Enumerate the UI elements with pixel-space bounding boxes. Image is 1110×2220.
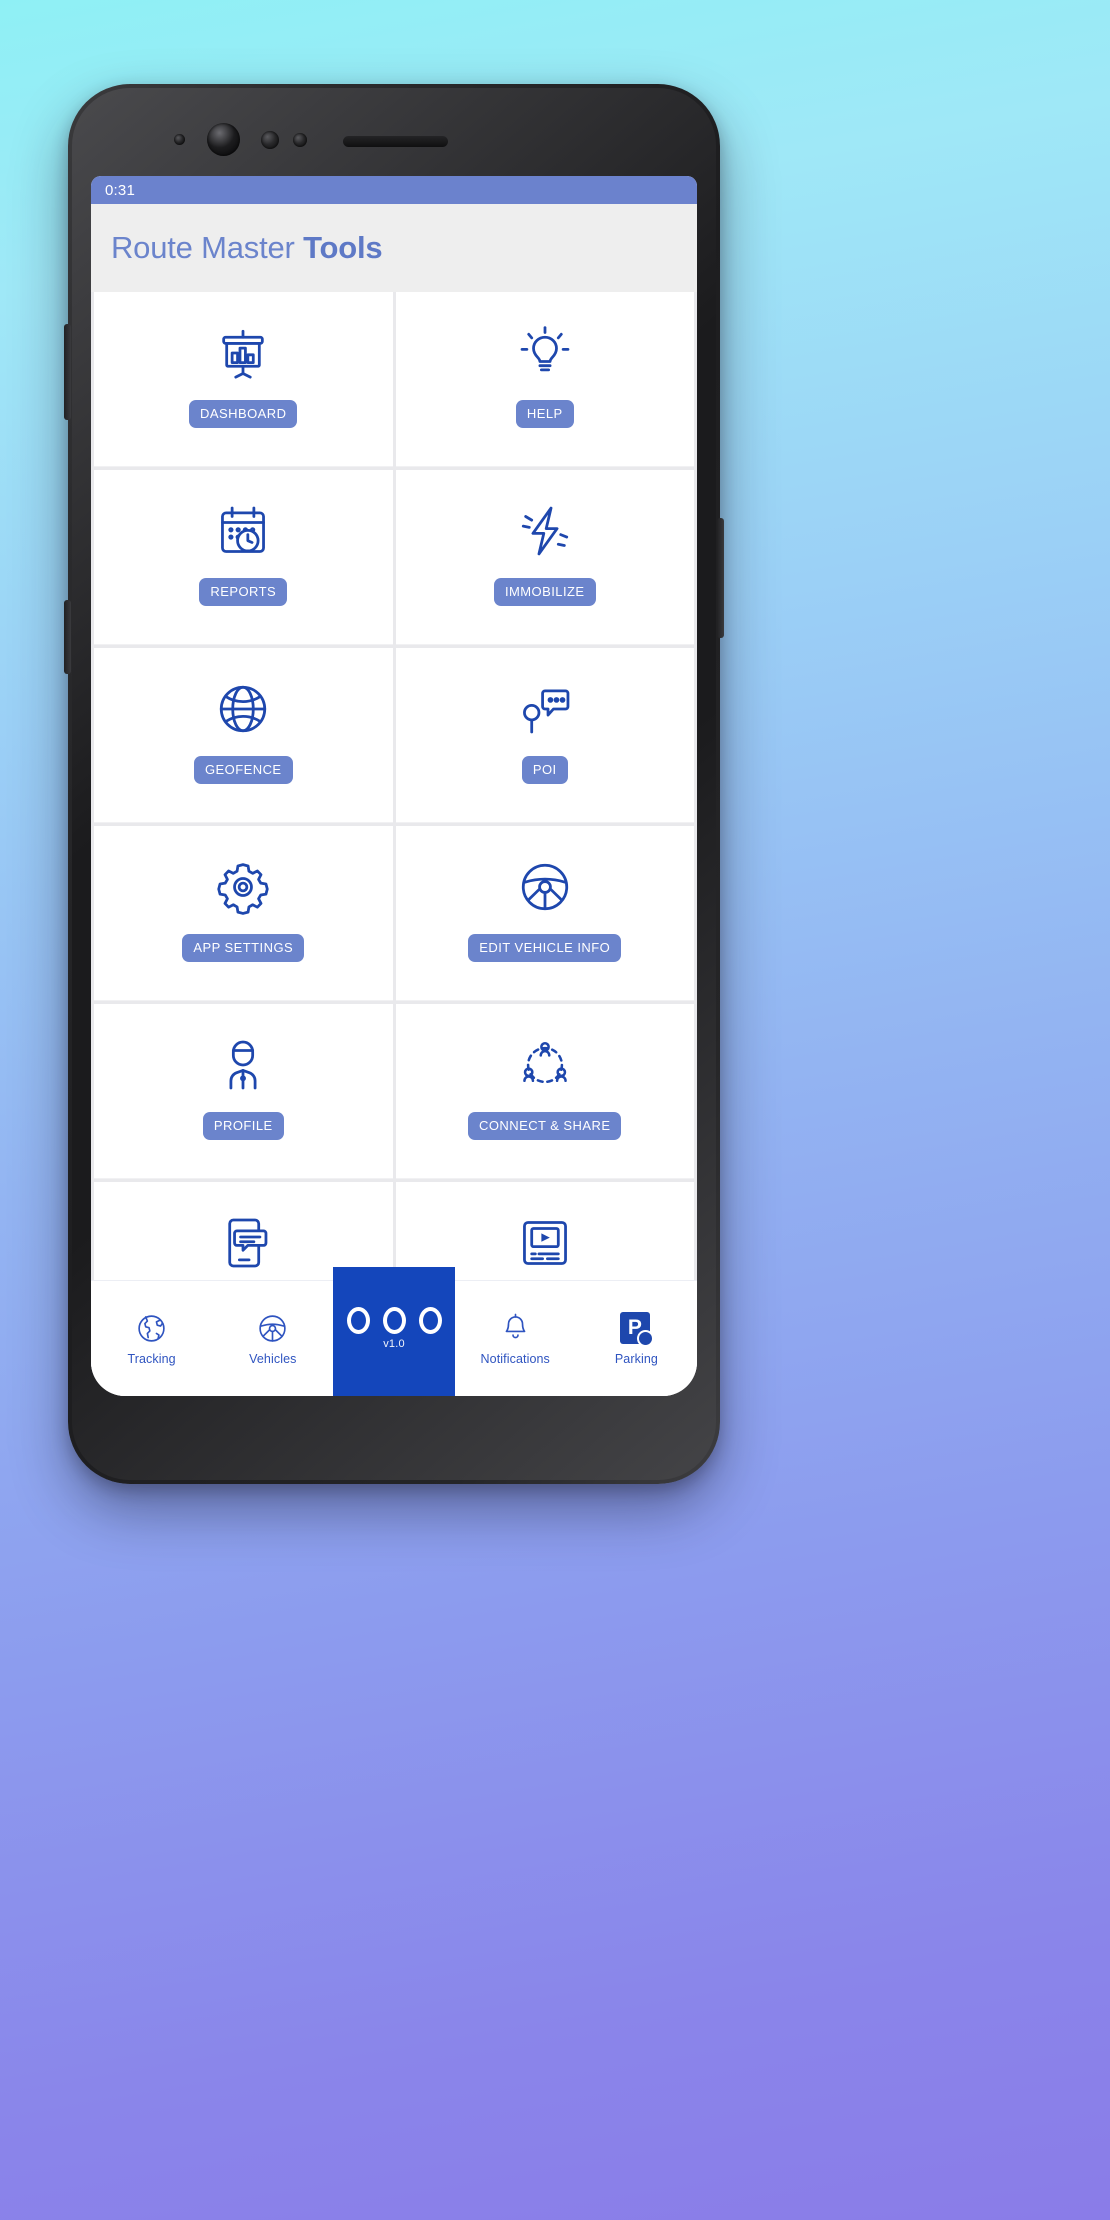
tile-edit-vehicle-info[interactable]: EDIT VEHICLE INFO bbox=[395, 826, 694, 1001]
tile-label: CONNECT & SHARE bbox=[468, 1112, 622, 1140]
map-pin-chat-icon bbox=[516, 680, 574, 738]
nav-item-more-active[interactable]: v1.0 bbox=[333, 1267, 455, 1396]
lightbulb-icon bbox=[516, 324, 574, 382]
bell-icon bbox=[499, 1312, 532, 1345]
volume-up-button[interactable] bbox=[64, 324, 71, 420]
tile-label: POI bbox=[521, 756, 568, 784]
tile-label: GEOFENCE bbox=[193, 756, 293, 784]
screenshot-canvas: 0:31 Route Master Tools DASHBOARD HELP R… bbox=[0, 0, 1110, 2220]
tile-label: EDIT VEHICLE INFO bbox=[468, 934, 622, 962]
tools-grid: DASHBOARD HELP REPORTS IMMOBILIZE GEOFEN… bbox=[91, 292, 697, 1396]
three-circles-icon bbox=[346, 1307, 442, 1334]
status-bar-clock: 0:31 bbox=[105, 181, 135, 199]
tile-label: REPORTS bbox=[199, 578, 288, 606]
calendar-clock-icon bbox=[214, 502, 272, 560]
tile-profile[interactable]: PROFILE bbox=[94, 1004, 393, 1179]
nav-item-vehicles[interactable]: Vehicles bbox=[212, 1281, 333, 1396]
tile-app-settings[interactable]: APP SETTINGS bbox=[94, 826, 393, 1001]
tile-label: APP SETTINGS bbox=[182, 934, 305, 962]
presentation-chart-icon bbox=[214, 324, 272, 382]
tile-label: IMMOBILIZE bbox=[493, 578, 596, 606]
proximity-sensor-icon bbox=[293, 133, 307, 147]
volume-down-button[interactable] bbox=[64, 600, 71, 674]
nav-item-tracking[interactable]: Tracking bbox=[91, 1281, 212, 1396]
tile-dashboard[interactable]: DASHBOARD bbox=[94, 292, 393, 467]
app-version-label: v1.0 bbox=[383, 1338, 405, 1350]
nav-label: Notifications bbox=[480, 1351, 550, 1366]
globe-icon bbox=[135, 1312, 168, 1345]
tile-help[interactable]: HELP bbox=[395, 292, 694, 467]
app-title-bold: Tools bbox=[303, 230, 383, 265]
nav-label: Tracking bbox=[127, 1351, 176, 1366]
tile-label: HELP bbox=[515, 400, 574, 428]
gear-icon bbox=[214, 858, 272, 916]
tile-poi[interactable]: POI bbox=[395, 648, 694, 823]
app-header: Route Master Tools bbox=[91, 204, 697, 292]
steering-wheel-icon bbox=[256, 1312, 289, 1345]
globe-grid-icon bbox=[214, 680, 272, 738]
tile-immobilize[interactable]: IMMOBILIZE bbox=[395, 470, 694, 645]
nav-item-parking[interactable]: P Parking bbox=[576, 1281, 697, 1396]
tile-label: DASHBOARD bbox=[189, 400, 298, 428]
phone-message-icon bbox=[214, 1214, 272, 1272]
video-player-icon bbox=[516, 1214, 574, 1272]
page-title: Route Master Tools bbox=[111, 230, 383, 266]
nav-label: Parking bbox=[614, 1351, 658, 1366]
connect-share-icon bbox=[516, 1036, 574, 1094]
parking-letter-p: P bbox=[619, 1311, 654, 1347]
tile-reports[interactable]: REPORTS bbox=[94, 470, 393, 645]
parking-icon: P bbox=[619, 1311, 654, 1347]
tile-label: PROFILE bbox=[202, 1112, 284, 1140]
status-bar: 0:31 bbox=[91, 176, 697, 204]
phone-sensor-array bbox=[68, 84, 720, 172]
tile-connect-share[interactable]: CONNECT & SHARE bbox=[395, 1004, 694, 1179]
earpiece-speaker bbox=[343, 136, 448, 147]
steering-wheel-icon bbox=[516, 858, 574, 916]
front-camera-icon bbox=[207, 123, 240, 156]
bottom-navigation-bar: Tracking Vehicles v1.0 Notifications P P… bbox=[91, 1267, 697, 1396]
sensor-icon bbox=[174, 134, 185, 145]
nav-item-notifications[interactable]: Notifications bbox=[455, 1281, 576, 1396]
power-button[interactable] bbox=[717, 518, 724, 638]
tile-geofence[interactable]: GEOFENCE bbox=[94, 648, 393, 823]
phone-screen: 0:31 Route Master Tools DASHBOARD HELP R… bbox=[91, 176, 697, 1396]
app-title-light: Route Master bbox=[111, 230, 295, 265]
lightning-bolt-icon bbox=[516, 502, 574, 560]
iris-scanner-icon bbox=[261, 131, 279, 149]
phone-mockup: 0:31 Route Master Tools DASHBOARD HELP R… bbox=[64, 84, 724, 1484]
user-profile-icon bbox=[214, 1036, 272, 1094]
nav-label: Vehicles bbox=[249, 1351, 297, 1366]
